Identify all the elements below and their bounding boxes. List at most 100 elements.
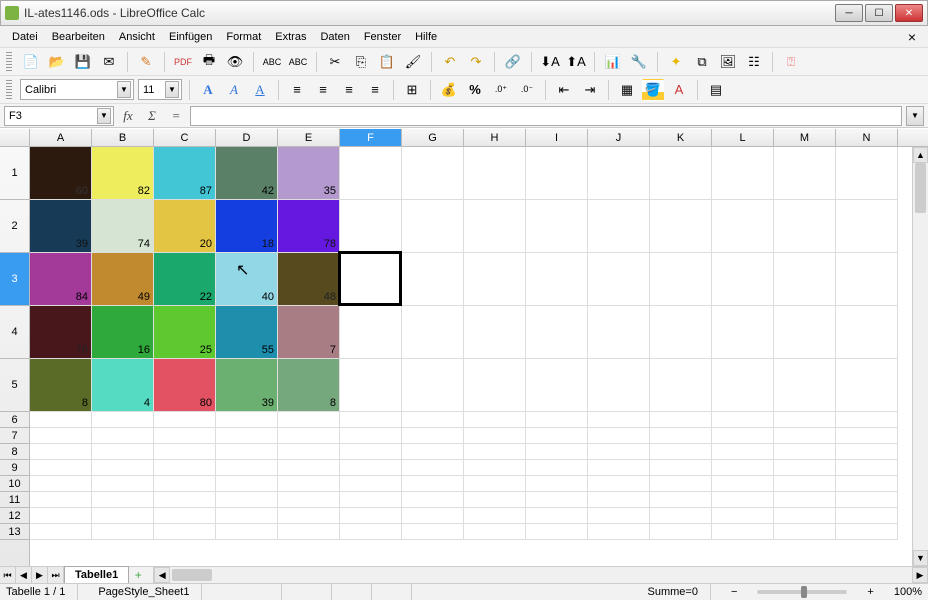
- print-button[interactable]: 🖶: [198, 51, 220, 73]
- italic-button[interactable]: A: [223, 79, 245, 101]
- cell-G3[interactable]: [402, 253, 464, 306]
- dropdown-icon[interactable]: ▼: [117, 81, 131, 98]
- cell-D11[interactable]: [216, 492, 278, 508]
- cell-L2[interactable]: [712, 200, 774, 253]
- row-header-11[interactable]: 11: [0, 492, 29, 508]
- gallery-button[interactable]: 🖼: [717, 51, 739, 73]
- cell-M1[interactable]: [774, 147, 836, 200]
- align-justify-button[interactable]: ≡: [364, 79, 386, 101]
- cell-J1[interactable]: [588, 147, 650, 200]
- cell-I7[interactable]: [526, 428, 588, 444]
- cell-K4[interactable]: [650, 306, 712, 359]
- cell-C2[interactable]: 20: [154, 200, 216, 253]
- cut-button[interactable]: ✂: [324, 51, 346, 73]
- cell-I8[interactable]: [526, 444, 588, 460]
- cell-H13[interactable]: [464, 524, 526, 540]
- cell-D2[interactable]: 18: [216, 200, 278, 253]
- scroll-left-icon[interactable]: ◀: [154, 567, 170, 583]
- cell-D10[interactable]: [216, 476, 278, 492]
- chart-button[interactable]: 📊: [602, 51, 624, 73]
- cell-F13[interactable]: [340, 524, 402, 540]
- print-preview-button[interactable]: 👁: [224, 51, 246, 73]
- cell-A2[interactable]: 39: [30, 200, 92, 253]
- cell-A10[interactable]: [30, 476, 92, 492]
- cell-F6[interactable]: [340, 412, 402, 428]
- toolbar-handle[interactable]: [6, 52, 12, 72]
- cell-A12[interactable]: [30, 508, 92, 524]
- column-header-I[interactable]: I: [526, 129, 588, 146]
- cell-H7[interactable]: [464, 428, 526, 444]
- open-button[interactable]: 📂: [46, 51, 68, 73]
- cell-H4[interactable]: [464, 306, 526, 359]
- font-size-combo[interactable]: 11 ▼: [138, 79, 182, 100]
- bg-color-button[interactable]: 🪣: [642, 79, 664, 101]
- new-doc-button[interactable]: 📄: [20, 51, 42, 73]
- cell-N2[interactable]: [836, 200, 898, 253]
- cell-J3[interactable]: [588, 253, 650, 306]
- cell-J4[interactable]: [588, 306, 650, 359]
- cell-K6[interactable]: [650, 412, 712, 428]
- cell-C9[interactable]: [154, 460, 216, 476]
- tab-next-button[interactable]: ▶: [32, 567, 48, 583]
- sheet-tab-tabelle1[interactable]: Tabelle1: [64, 566, 129, 583]
- dropdown-icon[interactable]: ▼: [97, 108, 111, 124]
- scroll-up-icon[interactable]: ▲: [913, 147, 928, 163]
- cell-G5[interactable]: [402, 359, 464, 412]
- cell-E11[interactable]: [278, 492, 340, 508]
- menu-einfuegen[interactable]: Einfügen: [163, 29, 218, 45]
- sum-button[interactable]: Σ: [142, 106, 162, 126]
- cell-C13[interactable]: [154, 524, 216, 540]
- cell-F2[interactable]: [340, 200, 402, 253]
- cell-G12[interactable]: [402, 508, 464, 524]
- cell-B9[interactable]: [92, 460, 154, 476]
- cell-J10[interactable]: [588, 476, 650, 492]
- cell-N11[interactable]: [836, 492, 898, 508]
- cell-H10[interactable]: [464, 476, 526, 492]
- cell-M11[interactable]: [774, 492, 836, 508]
- paste-button[interactable]: 📋: [376, 51, 398, 73]
- cell-D4[interactable]: 55: [216, 306, 278, 359]
- currency-button[interactable]: 💰: [438, 79, 460, 101]
- menu-fenster[interactable]: Fenster: [358, 29, 407, 45]
- cell-K11[interactable]: [650, 492, 712, 508]
- cell-M9[interactable]: [774, 460, 836, 476]
- cell-M7[interactable]: [774, 428, 836, 444]
- cell-G13[interactable]: [402, 524, 464, 540]
- format-paintbrush-button[interactable]: 🖌: [402, 51, 424, 73]
- column-header-L[interactable]: L: [712, 129, 774, 146]
- undo-button[interactable]: ↶: [439, 51, 461, 73]
- navigator-button[interactable]: ⧉: [691, 51, 713, 73]
- cell-J8[interactable]: [588, 444, 650, 460]
- dropdown-icon[interactable]: ▼: [165, 81, 179, 98]
- show-draw-button[interactable]: 🔧: [628, 51, 650, 73]
- cell-D12[interactable]: [216, 508, 278, 524]
- status-zoom-value[interactable]: 100%: [894, 586, 922, 598]
- add-sheet-button[interactable]: +: [129, 567, 147, 583]
- column-header-C[interactable]: C: [154, 129, 216, 146]
- close-document-button[interactable]: ×: [902, 29, 922, 45]
- cell-D7[interactable]: [216, 428, 278, 444]
- sort-asc-button[interactable]: ⬇A: [539, 51, 561, 73]
- cell-M13[interactable]: [774, 524, 836, 540]
- cell-I1[interactable]: [526, 147, 588, 200]
- zoom-out-icon[interactable]: −: [731, 586, 737, 598]
- cell-M12[interactable]: [774, 508, 836, 524]
- cell-D3[interactable]: 40: [216, 253, 278, 306]
- menu-datei[interactable]: Datei: [6, 29, 44, 45]
- column-header-G[interactable]: G: [402, 129, 464, 146]
- cell-N8[interactable]: [836, 444, 898, 460]
- menu-hilfe[interactable]: Hilfe: [409, 29, 443, 45]
- cell-L9[interactable]: [712, 460, 774, 476]
- cell-A1[interactable]: 60: [30, 147, 92, 200]
- cell-L13[interactable]: [712, 524, 774, 540]
- horizontal-scrollbar[interactable]: ◀ ▶: [153, 567, 928, 583]
- cell-A7[interactable]: [30, 428, 92, 444]
- bold-button[interactable]: A: [197, 79, 219, 101]
- cell-J5[interactable]: [588, 359, 650, 412]
- align-left-button[interactable]: ≡: [286, 79, 308, 101]
- cell-E12[interactable]: [278, 508, 340, 524]
- status-sum[interactable]: Summe=0: [648, 584, 711, 600]
- scroll-thumb[interactable]: [915, 163, 926, 213]
- cell-F12[interactable]: [340, 508, 402, 524]
- window-close-button[interactable]: ✕: [895, 4, 923, 22]
